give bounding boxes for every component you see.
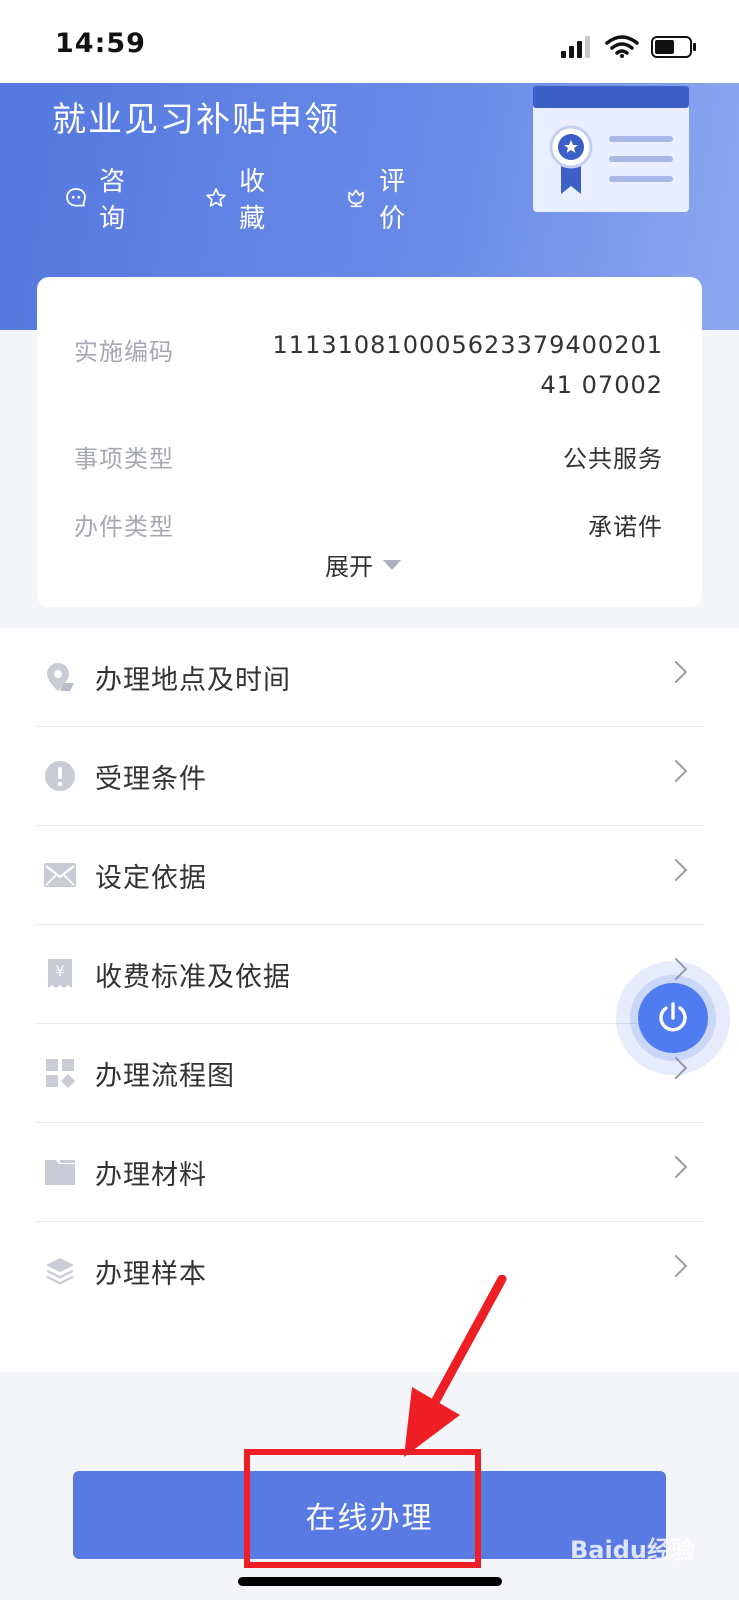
- menu-item-fee-standard[interactable]: ¥ 收费标准及依据: [35, 925, 704, 1024]
- yuan-receipt-icon: ¥: [43, 957, 77, 991]
- menu-label: 收费标准及依据: [95, 961, 291, 993]
- menu-label: 办理流程图: [95, 1060, 235, 1092]
- certificate-illustration: [533, 86, 689, 212]
- battery-icon: [651, 36, 696, 58]
- baidu-watermark: Baidu经验: [570, 1536, 695, 1564]
- evaluate-button[interactable]: 评价: [345, 167, 415, 234]
- power-icon: [659, 1002, 687, 1032]
- signal-icon: [561, 36, 590, 58]
- menu-label: 办理样本: [95, 1258, 207, 1290]
- implementation-code-label: 实施编码: [74, 338, 174, 366]
- envelope-icon: [43, 858, 77, 892]
- menu-label: 设定依据: [95, 862, 207, 894]
- status-bar: 14:59: [0, 0, 739, 90]
- layers-icon: [43, 1254, 77, 1288]
- red-arrow-annotation: [404, 1275, 507, 1457]
- menu-label: 受理条件: [95, 763, 207, 795]
- flowchart-icon: [43, 1056, 77, 1090]
- home-indicator[interactable]: [238, 1577, 502, 1586]
- star-icon: [206, 188, 226, 207]
- info-card: 实施编码 11131081000562337940020141 07002 事项…: [37, 277, 702, 607]
- exclamation-icon: [43, 759, 77, 793]
- menu-label: 办理地点及时间: [95, 664, 291, 696]
- menu-item-legal-basis[interactable]: 设定依据: [35, 826, 704, 925]
- flower-icon: [348, 189, 364, 208]
- case-type-label: 办件类型: [74, 513, 174, 541]
- item-type-label: 事项类型: [74, 445, 174, 473]
- folder-icon: [43, 1155, 77, 1189]
- menu-item-conditions[interactable]: 受理条件: [35, 727, 704, 826]
- chevron-right-icon: [664, 660, 688, 684]
- chevron-right-icon: [664, 1155, 688, 1179]
- menu-label: 办理材料: [95, 1159, 207, 1191]
- consult-button[interactable]: 咨询: [65, 167, 135, 234]
- chevron-right-icon: [664, 759, 688, 783]
- chevron-right-icon: [664, 1254, 688, 1278]
- wifi-icon: [605, 35, 639, 58]
- evaluate-label: 评价: [379, 167, 406, 234]
- svg-text:¥: ¥: [56, 964, 65, 980]
- consult-label: 咨询: [99, 167, 126, 234]
- menu-item-materials[interactable]: 办理材料: [35, 1123, 704, 1222]
- menu-item-flowchart[interactable]: 办理流程图: [35, 1024, 704, 1123]
- expand-toggle[interactable]: 展开: [325, 547, 401, 582]
- item-type-value: 公共服务: [563, 445, 663, 473]
- floating-power-button[interactable]: [616, 961, 730, 1075]
- chevron-right-icon: [664, 858, 688, 882]
- implementation-code-value: 11131081000562337940020141 07002: [272, 331, 663, 399]
- favorite-button[interactable]: 收藏: [205, 167, 275, 234]
- page-title: 就业见习补贴申领: [52, 100, 340, 140]
- highlight-annotation-box: [244, 1449, 481, 1568]
- expand-label: 展开: [325, 553, 373, 581]
- chat-icon: [66, 188, 86, 207]
- status-time: 14:59: [55, 28, 146, 59]
- location-icon: [43, 660, 77, 694]
- power-button-core: [638, 983, 708, 1053]
- menu-item-location-time[interactable]: 办理地点及时间: [35, 628, 704, 727]
- caret-down-icon: [383, 559, 401, 570]
- status-icons: [561, 34, 701, 60]
- favorite-label: 收藏: [239, 167, 266, 234]
- case-type-value: 承诺件: [588, 513, 663, 541]
- menu-item-samples[interactable]: 办理样本: [35, 1222, 704, 1320]
